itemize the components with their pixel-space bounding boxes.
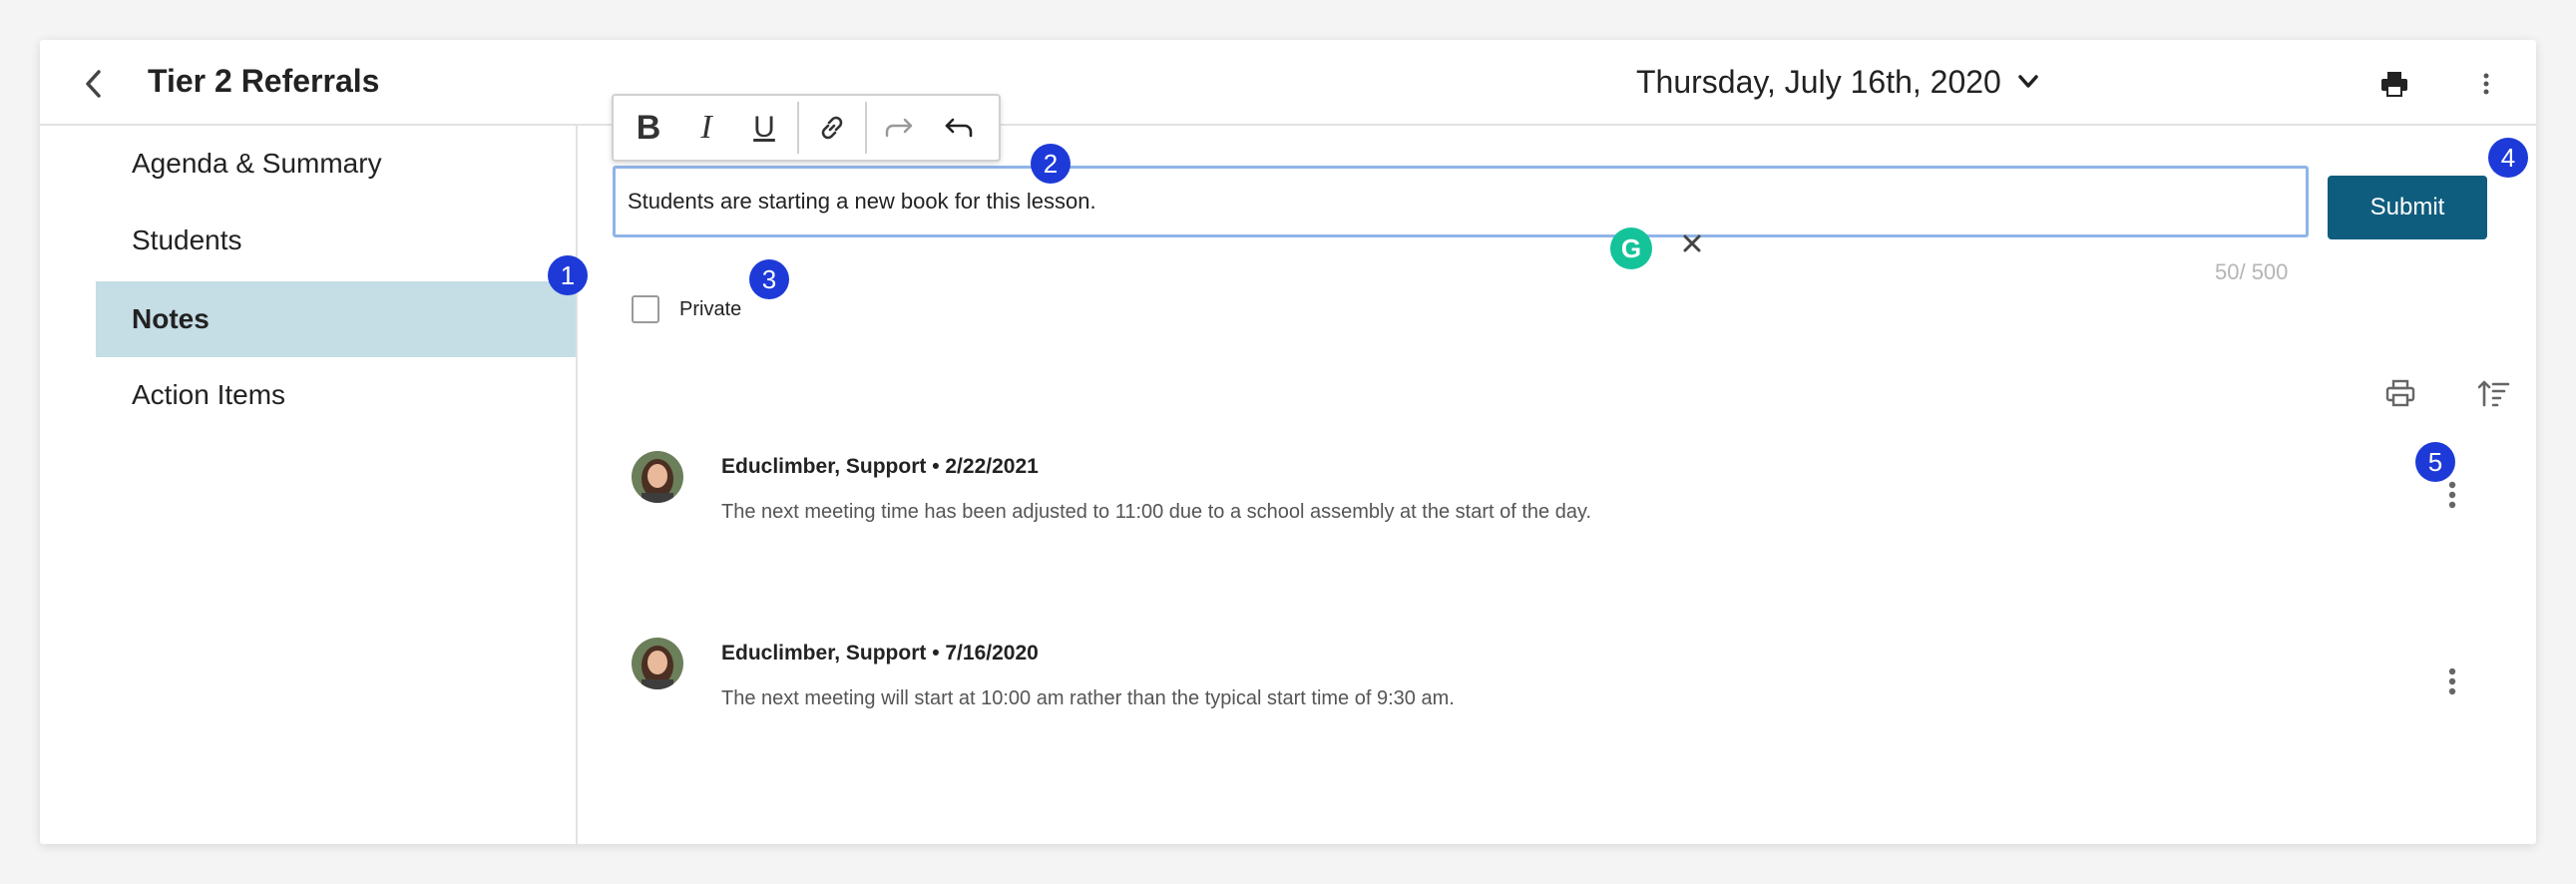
sidebar-item-label: Agenda & Summary: [132, 148, 382, 179]
print-notes-button[interactable]: [2380, 373, 2420, 413]
sidebar-item-notes[interactable]: Notes: [96, 281, 576, 357]
callout-badge-4: 4: [2488, 138, 2528, 178]
clear-input-button[interactable]: [1674, 225, 1710, 261]
user-photo-icon: [632, 638, 683, 689]
avatar: [632, 638, 683, 689]
grammarly-icon[interactable]: G: [1610, 227, 1652, 269]
italic-icon: I: [700, 109, 712, 146]
note-item: Educlimber, Support • 7/16/2020 The next…: [632, 638, 2487, 757]
redo-icon: [885, 118, 913, 138]
sidebar-item-label: Notes: [132, 303, 210, 334]
date-label: Thursday, July 16th, 2020: [1636, 63, 2001, 100]
note-options-button[interactable]: [2437, 660, 2467, 703]
bold-icon: B: [636, 108, 661, 147]
note-body: The next meeting time has been adjusted …: [721, 501, 1592, 523]
more-options-button[interactable]: [2466, 64, 2506, 104]
character-counter: 50/ 500: [2215, 259, 2289, 284]
app-card: Tier 2 Referrals Thursday, July 16th, 20…: [40, 40, 2536, 844]
link-button[interactable]: [803, 100, 861, 156]
sidebar-item-students[interactable]: Students: [96, 203, 576, 278]
private-option: Private: [632, 295, 741, 323]
private-label: Private: [679, 297, 742, 320]
note-body: The next meeting will start at 10:00 am …: [721, 687, 1455, 709]
page-header: Tier 2 Referrals Thursday, July 16th, 20…: [40, 40, 2536, 126]
note-input[interactable]: Students are starting a new book for thi…: [613, 166, 2309, 237]
private-checkbox[interactable]: [632, 295, 659, 323]
link-icon: [821, 116, 843, 140]
note-author: Educlimber, Support • 7/16/2020: [721, 642, 1039, 664]
redo-button[interactable]: [871, 100, 929, 156]
kebab-menu-icon: [2483, 73, 2489, 95]
sort-notes-button[interactable]: [2474, 373, 2514, 413]
sidebar-item-action-items[interactable]: Action Items: [96, 357, 576, 433]
underline-icon: U: [753, 111, 775, 144]
undo-icon: [945, 118, 973, 138]
printer-icon: [2385, 379, 2415, 407]
chevron-left-icon: [86, 70, 101, 98]
callout-badge-3: 3: [749, 259, 789, 299]
date-selector[interactable]: Thursday, July 16th, 2020: [1636, 60, 2039, 104]
bold-button[interactable]: B: [620, 100, 677, 156]
callout-badge-2: 2: [1031, 144, 1071, 184]
callout-badge-5: 5: [2415, 442, 2455, 482]
undo-button[interactable]: [929, 100, 987, 156]
avatar: [632, 451, 683, 503]
kebab-menu-icon: [2448, 481, 2456, 509]
underline-button[interactable]: U: [735, 100, 793, 156]
print-button[interactable]: [2374, 64, 2414, 104]
note-input-value: Students are starting a new book for thi…: [628, 189, 1096, 214]
submit-button[interactable]: Submit: [2328, 176, 2487, 239]
sort-icon: [2478, 380, 2510, 407]
back-button[interactable]: [74, 64, 114, 104]
printer-icon: [2381, 72, 2407, 97]
user-photo-icon: [632, 451, 683, 503]
formatting-toolbar: B I U: [612, 94, 1001, 162]
toolbar-divider: [797, 102, 799, 154]
sidebar-item-agenda-summary[interactable]: Agenda & Summary: [96, 126, 576, 202]
sidebar-item-label: Action Items: [132, 379, 286, 410]
callout-badge-1: 1: [548, 255, 588, 295]
sidebar-item-label: Students: [132, 224, 242, 255]
page-title: Tier 2 Referrals: [148, 63, 380, 99]
chevron-down-icon: [2018, 75, 2038, 88]
toolbar-divider: [865, 102, 867, 154]
kebab-menu-icon: [2448, 667, 2456, 695]
italic-button[interactable]: I: [677, 100, 735, 156]
note-author: Educlimber, Support • 2/22/2021: [721, 455, 1039, 478]
close-icon: [1683, 234, 1701, 252]
note-item: Educlimber, Support • 2/22/2021 The next…: [632, 451, 2487, 571]
sidebar: Agenda & Summary Students Notes Action I…: [40, 126, 578, 844]
